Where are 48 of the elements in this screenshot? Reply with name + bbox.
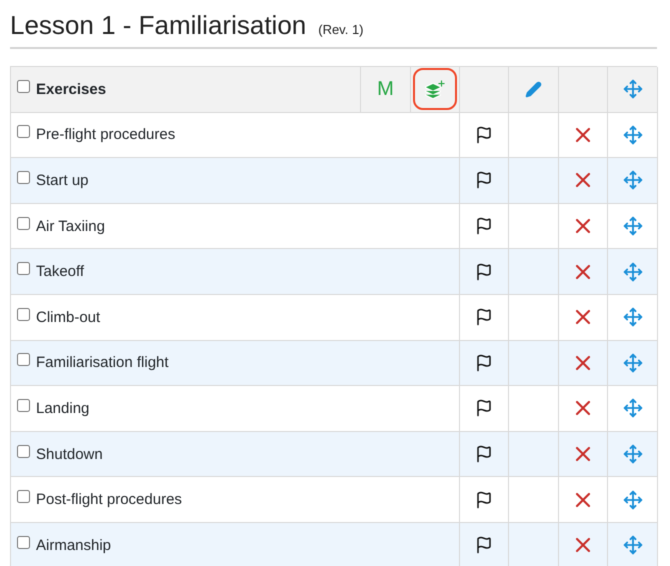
exercise-checkbox[interactable] xyxy=(17,125,30,138)
exercise-name: Familiarisation flight xyxy=(36,354,169,372)
exercise-checkbox[interactable] xyxy=(17,444,30,458)
exercise-name: Climb-out xyxy=(36,308,100,326)
flag-icon[interactable] xyxy=(475,354,493,372)
exercise-name: Air Taxiing xyxy=(36,218,105,235)
move-icon[interactable] xyxy=(622,262,642,282)
move-icon[interactable] xyxy=(622,398,642,418)
exercise-checkbox[interactable] xyxy=(17,353,30,366)
exercise-name: Pre-flight procedures xyxy=(36,126,176,144)
flag-icon[interactable] xyxy=(475,262,493,281)
move-icon[interactable] xyxy=(622,79,642,100)
lesson-title: Lesson 1 - Familiarisation xyxy=(10,10,306,41)
exercise-checkbox[interactable] xyxy=(17,308,30,321)
move-icon[interactable] xyxy=(622,216,642,236)
exercise-checkbox[interactable] xyxy=(17,262,30,276)
flag-icon[interactable] xyxy=(475,490,493,509)
flag-icon[interactable] xyxy=(475,126,493,144)
exercise-name: Post-flight procedures xyxy=(36,491,182,508)
select-all-checkbox[interactable] xyxy=(17,80,30,93)
flag-icon[interactable] xyxy=(475,445,493,464)
exercise-name: Takeoff xyxy=(36,263,84,280)
flag-icon[interactable] xyxy=(475,171,493,190)
flag-icon[interactable] xyxy=(475,536,493,554)
pencil-icon[interactable] xyxy=(525,80,542,98)
exercise-checkbox[interactable] xyxy=(17,398,30,412)
move-icon[interactable] xyxy=(622,307,642,328)
move-icon[interactable] xyxy=(622,490,642,510)
exercise-checkbox[interactable] xyxy=(17,170,30,184)
exercise-name: Shutdown xyxy=(36,446,103,463)
revision-label: (Rev. 1) xyxy=(318,22,364,37)
move-icon[interactable] xyxy=(622,124,642,145)
exercise-name: Landing xyxy=(36,400,90,417)
flag-icon[interactable] xyxy=(475,308,493,326)
move-icon[interactable] xyxy=(622,444,642,464)
move-icon[interactable] xyxy=(622,352,642,373)
markdown-letter[interactable]: M xyxy=(377,78,394,101)
layers-plus-icon xyxy=(424,79,446,100)
move-icon[interactable] xyxy=(622,170,642,190)
flag-icon[interactable] xyxy=(475,399,493,418)
move-icon[interactable] xyxy=(622,535,642,556)
exercise-checkbox[interactable] xyxy=(17,536,30,549)
exercise-checkbox[interactable] xyxy=(17,216,30,230)
flag-icon[interactable] xyxy=(475,217,493,236)
exercise-name: Start up xyxy=(36,172,89,189)
exercise-name: Airmanship xyxy=(36,536,112,554)
exercises-heading: Exercises xyxy=(36,80,106,98)
exercise-checkbox[interactable] xyxy=(17,490,30,504)
